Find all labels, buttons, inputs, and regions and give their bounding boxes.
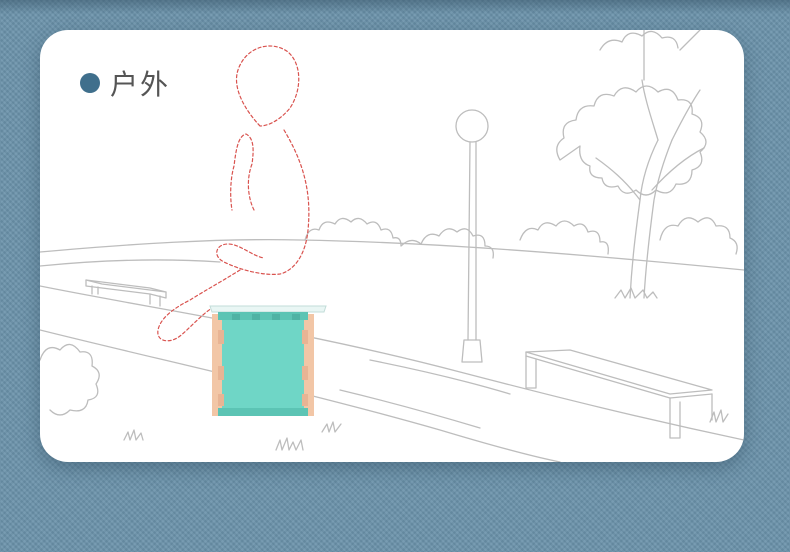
stool-front xyxy=(218,312,308,416)
stool-seat xyxy=(209,305,327,313)
bush-row xyxy=(304,217,494,259)
bush-far-right xyxy=(659,217,738,255)
bench-right-top xyxy=(525,349,713,395)
bench-left-legs xyxy=(91,285,161,307)
stool-bottom xyxy=(218,408,308,416)
tree-trunk xyxy=(629,139,673,299)
tree-canopy-top xyxy=(599,30,679,51)
figure-head xyxy=(236,45,300,127)
outdoor-card: 户外 xyxy=(40,30,744,462)
stool-clip-left xyxy=(218,330,224,406)
card-title: 户外 xyxy=(110,68,171,101)
bench-right-front xyxy=(525,351,713,439)
folding-stool xyxy=(209,305,327,416)
grass-1 xyxy=(123,429,144,441)
lamp-globe xyxy=(455,109,489,143)
bullet-dot-icon xyxy=(80,73,100,93)
lamp-base xyxy=(461,339,483,363)
bush-row-right xyxy=(519,220,609,255)
far-hill xyxy=(40,259,221,267)
grass-4 xyxy=(709,409,729,423)
grass-2 xyxy=(275,437,304,451)
stool-clip-right xyxy=(302,330,308,406)
grass-3 xyxy=(321,421,342,433)
road-mark xyxy=(369,359,511,395)
tree-canopy xyxy=(556,85,707,196)
top-shade xyxy=(0,0,790,14)
tree-base-grass xyxy=(614,287,658,299)
lamp-pole xyxy=(467,141,477,341)
figure-body xyxy=(230,133,255,211)
sitting-figure-outline xyxy=(157,45,310,342)
horizon-line xyxy=(40,238,744,271)
bench-right-slat xyxy=(525,355,713,399)
card-header: 户外 xyxy=(80,68,170,101)
shrub-left xyxy=(40,343,100,416)
